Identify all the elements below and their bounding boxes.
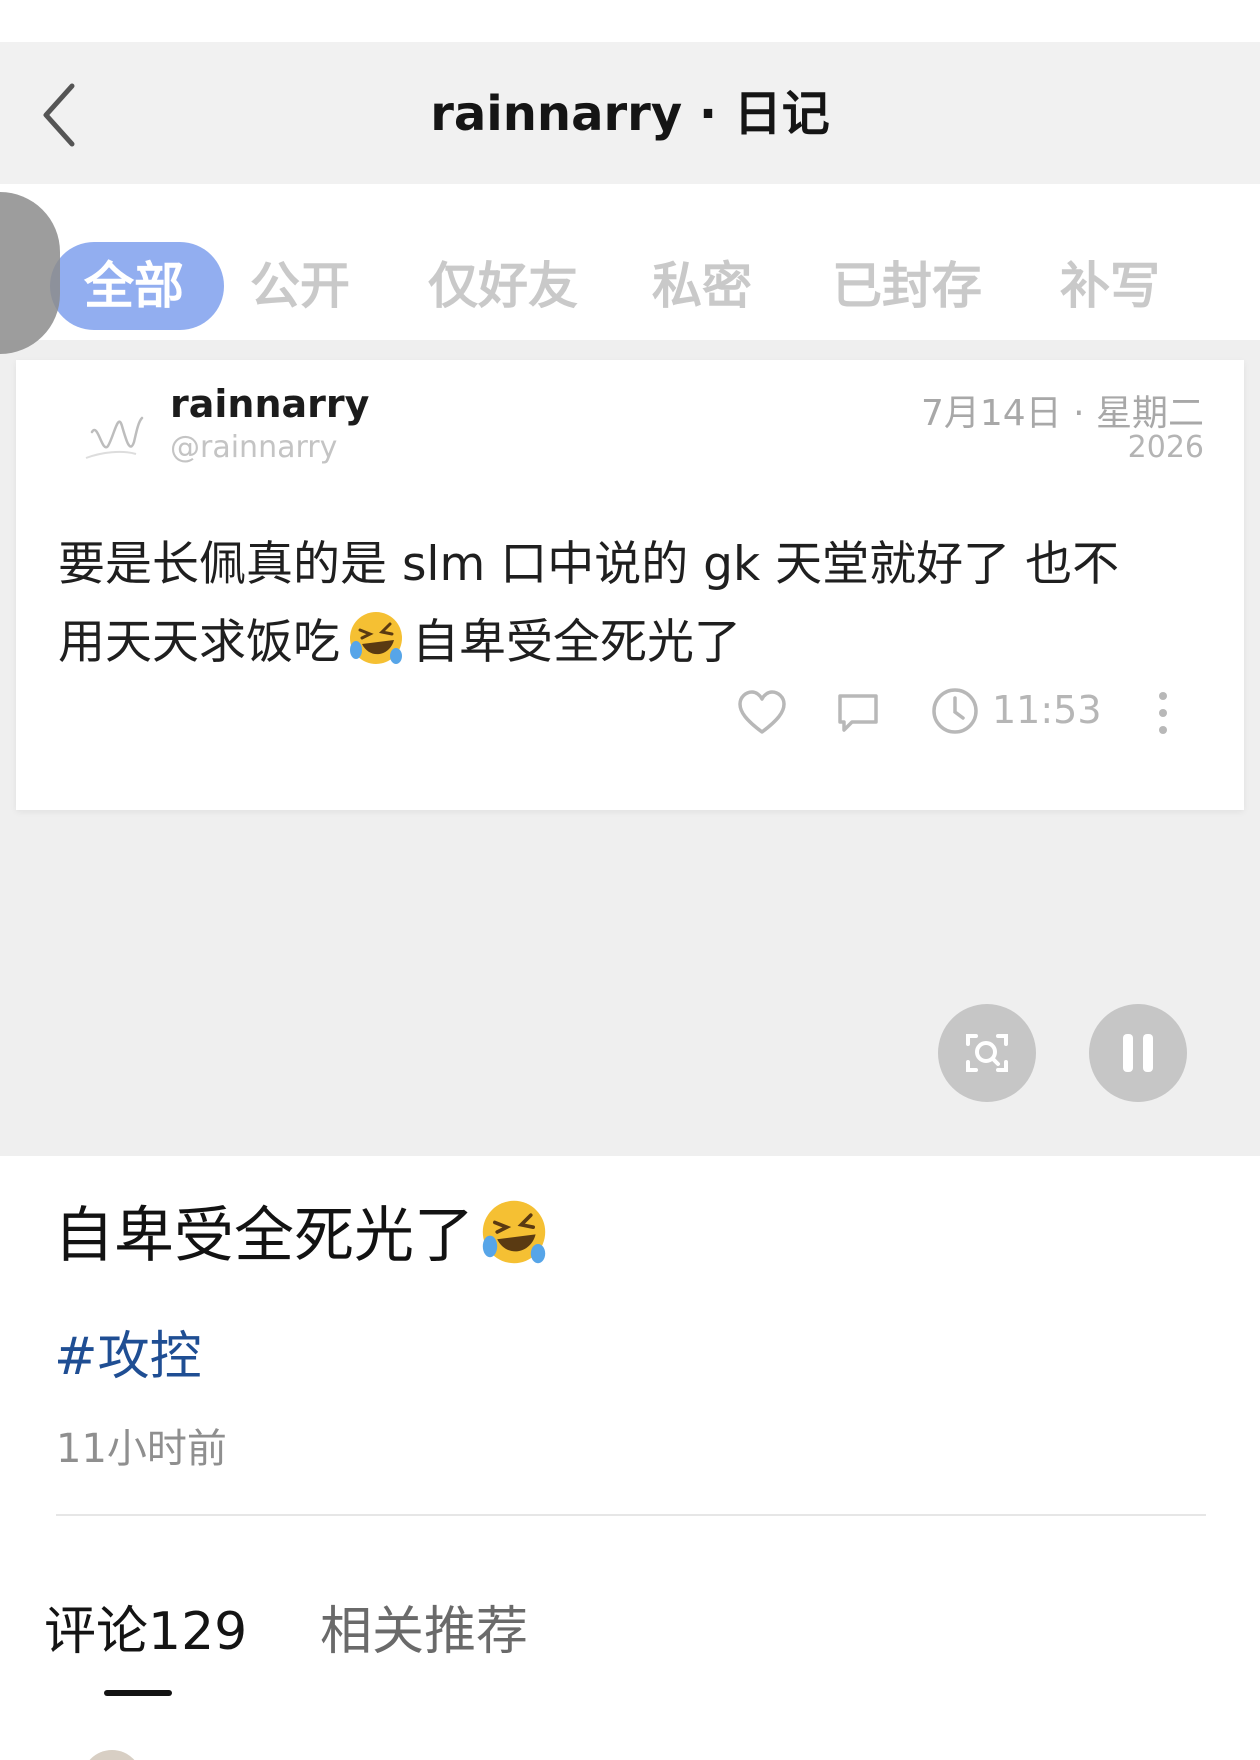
rolling-laughing-emoji-icon <box>350 612 402 664</box>
comment-icon[interactable] <box>834 690 882 736</box>
diary-date: 7月14日 · 星期二 <box>920 393 1204 434</box>
diary-body-text-a: 用天天求饭吃 <box>58 615 340 670</box>
post-title: 自卑受全死光了 <box>54 1196 556 1276</box>
diary-action-row: 11:53 <box>16 678 1244 748</box>
tab-public[interactable]: 公开 <box>250 242 350 330</box>
active-tab-indicator <box>104 1690 172 1696</box>
scan-button[interactable] <box>938 1004 1036 1102</box>
hashtag-link[interactable]: #攻控 <box>54 1314 202 1389</box>
diary-username: rainnarry <box>170 382 370 426</box>
clock-icon <box>932 688 978 734</box>
diary-filter-tabs: 全部 公开 仅好友 私密 已封存 补写 <box>0 184 1260 340</box>
rolling-laughing-emoji-icon <box>482 1200 546 1264</box>
pause-icon <box>1123 1034 1153 1072</box>
diary-body-text-b: 自卑受全死光了 <box>412 615 741 670</box>
divider <box>56 1514 1206 1516</box>
video-player[interactable]: rainnarry · 日记 全部 公开 仅好友 私密 已封存 补写 › rai… <box>0 42 1260 1156</box>
tab-backfill[interactable]: 补写 <box>1060 242 1160 330</box>
tab-archived[interactable]: 已封存 <box>832 242 982 330</box>
diary-time: 11:53 <box>992 688 1102 732</box>
tab-all[interactable]: 全部 <box>50 242 224 330</box>
diary-nav-bar: rainnarry · 日记 <box>0 42 1260 184</box>
post-timestamp: 11小时前 <box>56 1426 227 1472</box>
diary-year: 2026 <box>1127 430 1204 465</box>
diary-nav-title: rainnarry · 日记 <box>430 86 830 142</box>
pause-button[interactable] <box>1089 1004 1187 1102</box>
tab-private[interactable]: 私密 <box>652 242 752 330</box>
heart-icon[interactable] <box>736 688 788 738</box>
status-strip <box>0 0 1260 42</box>
diary-entry-card[interactable]: rainnarry @rainnarry 7月14日 · 星期二 2026 要是… <box>16 360 1244 810</box>
post-title-text: 自卑受全死光了 <box>54 1201 474 1271</box>
avatar[interactable] <box>72 392 168 482</box>
diary-body-line-1: 要是长佩真的是 slm 口中说的 gk 天堂就好了 也不 <box>58 537 1120 592</box>
tab-related[interactable]: 相关推荐 <box>320 1600 528 1664</box>
diary-handle: @rainnarry <box>170 430 338 465</box>
tab-friends-only[interactable]: 仅好友 <box>428 242 578 330</box>
scan-icon <box>966 1034 1008 1072</box>
diary-body: 要是长佩真的是 slm 口中说的 gk 天堂就好了 也不 用天天求饭吃 自卑受全… <box>58 526 1208 682</box>
more-vertical-icon[interactable] <box>1156 688 1170 738</box>
diary-body-line-2: 用天天求饭吃 自卑受全死光了 <box>58 604 1208 682</box>
avatar[interactable] <box>82 1750 142 1760</box>
tab-comments[interactable]: 评论129 <box>44 1600 247 1664</box>
